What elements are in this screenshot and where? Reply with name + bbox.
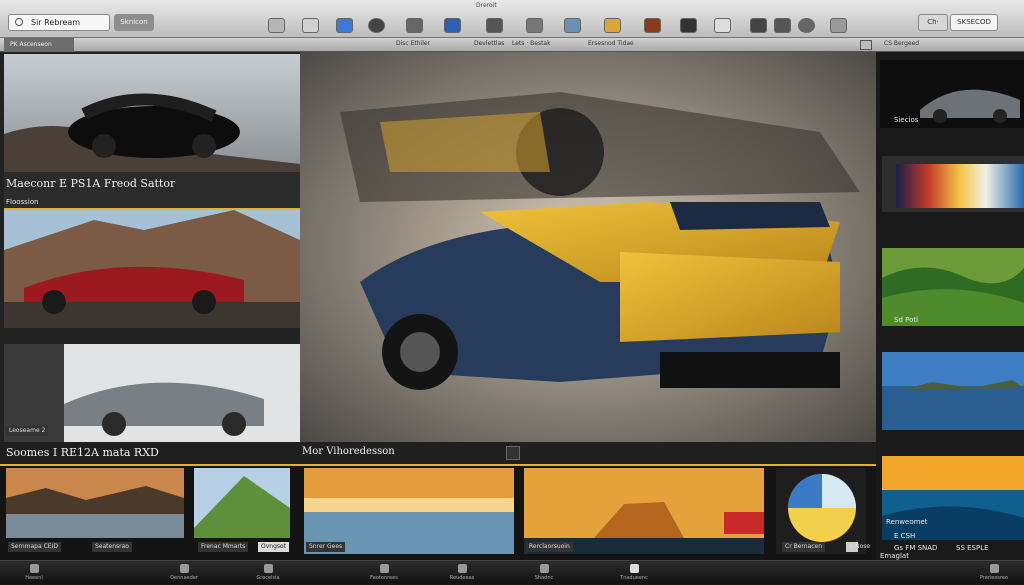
document-label: Dreroit xyxy=(476,2,497,9)
dock-item-3[interactable]: Grecelsia xyxy=(240,564,296,584)
subbar-label-3[interactable]: Lets · Bestak xyxy=(512,40,551,47)
right-thumb-green-hills[interactable] xyxy=(882,248,1024,326)
speaker-icon[interactable] xyxy=(750,18,767,33)
dock-icon-6 xyxy=(539,564,549,573)
tool-icon[interactable] xyxy=(714,18,731,33)
subbar-label-4[interactable]: Ersesnod Tidae xyxy=(588,40,634,47)
right-thumb-label-5: Renweomet xyxy=(886,518,928,526)
top-toolbar: Sir Rebream Sknicon Dreroit Ch· SKSECOD xyxy=(0,0,1024,38)
dock-item-1[interactable]: Heeenl xyxy=(6,564,62,584)
left-panel: Maeconr E PS1A Freod Sattor Floossion Le… xyxy=(0,52,300,444)
pointer-icon[interactable] xyxy=(302,18,319,33)
film-caption-3: Frenac Mmarts xyxy=(198,542,249,552)
hand-icon[interactable] xyxy=(268,18,285,33)
right-thumb-caption-4: Emaglat xyxy=(880,552,909,560)
left-panel-title: Maeconr E PS1A Freod Sattor xyxy=(6,177,176,190)
right-thumb-sunset-sea[interactable] xyxy=(882,456,1024,540)
table-icon[interactable] xyxy=(526,18,543,33)
film-caption-5: Snrer Gees xyxy=(306,542,346,552)
film-caption-7: Cr Bernacen xyxy=(782,542,826,552)
right-thumb-caption-2: Gs FM SNAD xyxy=(894,544,938,552)
right-button[interactable]: SKSECOD xyxy=(950,14,998,31)
left-panel-subtitle: Floossion xyxy=(6,198,39,206)
filmstrip-left-title: Soomes I RE12A mata RXD xyxy=(6,446,159,459)
right-label[interactable]: Ch· xyxy=(918,14,948,31)
dock-icon-8 xyxy=(989,564,999,573)
film-caption-4[interactable]: Ovngsot xyxy=(258,542,290,552)
filmstrip-center-title: Mor Vihoredesson xyxy=(302,446,395,457)
phone-icon[interactable] xyxy=(680,18,697,33)
bottom-dock: Heeenl Oennaeder Grecelsia Feotenrees Re… xyxy=(0,560,1024,585)
film-thumb-mountain[interactable] xyxy=(194,468,290,538)
triangle-icon[interactable] xyxy=(336,18,353,33)
dock-item-5[interactable]: Reudeeas xyxy=(434,564,490,584)
compare-icon[interactable] xyxy=(506,446,520,460)
dock-icon-1 xyxy=(29,564,39,573)
dock-item-7[interactable]: Tnadueenc xyxy=(606,564,662,584)
hero-car-image[interactable] xyxy=(300,52,876,442)
warning-icon[interactable] xyxy=(644,18,661,33)
search-text: Sir Rebream xyxy=(31,18,81,27)
grid-icon[interactable] xyxy=(486,18,503,33)
search-icon xyxy=(15,18,23,26)
layers-icon[interactable] xyxy=(406,18,423,33)
filmstrip: Sernmapa CEID Seatensrao Frenac Mmarts O… xyxy=(0,466,876,560)
right-panel: Siecios Sd Potl Renweomet E CSH Gs FM SN… xyxy=(876,52,1024,560)
dock-icon-2 xyxy=(179,564,189,573)
sub-toolbar: PK Ascenseon Disc Ethiler Devlettlas Let… xyxy=(0,38,1024,52)
right-thumb-caption-1: E CSH xyxy=(894,532,916,540)
record-icon[interactable] xyxy=(798,18,815,33)
car-thumb-silver[interactable] xyxy=(4,344,300,444)
circle-icon[interactable] xyxy=(368,18,385,33)
subbar-label-2[interactable]: Devlettlas xyxy=(474,40,504,47)
film-caption-6: Rerclaorsuoin xyxy=(526,542,573,552)
film-corner-box[interactable]: Ir Nose xyxy=(846,542,870,552)
filmstrip-header: Soomes I RE12A mata RXD Mor Vihoredesson xyxy=(0,442,876,466)
right-thumb-coast[interactable] xyxy=(882,352,1024,430)
settings-icon[interactable] xyxy=(830,18,847,33)
chart-icon[interactable] xyxy=(564,18,581,33)
dock-icon-3 xyxy=(263,564,273,573)
right-thumb-label-3: Sd Potl xyxy=(894,316,919,324)
dock-icon-5 xyxy=(457,564,467,573)
right-thumb-label-1: Siecios xyxy=(894,116,919,124)
color-spectrum[interactable] xyxy=(882,156,1024,212)
dock-item-8[interactable]: Prerieesreo xyxy=(966,564,1022,584)
dock-item-2[interactable]: Oennaeder xyxy=(156,564,212,584)
subbar-label-1[interactable]: Disc Ethiler xyxy=(396,40,430,47)
toolbar-button[interactable]: Sknicon xyxy=(114,14,154,31)
close-icon[interactable] xyxy=(860,40,872,50)
film-caption-1: Sernmapa CEID xyxy=(8,542,61,552)
palette-icon[interactable] xyxy=(604,18,621,33)
thumb-label: Leoseame 2 xyxy=(6,426,49,436)
film-thumb-lake[interactable] xyxy=(6,468,184,538)
subtab-active[interactable]: PK Ascenseon xyxy=(4,38,74,52)
right-thumb-caption-3: SS ESPLE xyxy=(956,544,989,552)
frame-icon[interactable] xyxy=(444,18,461,33)
dock-item-4[interactable]: Feotenrees xyxy=(356,564,412,584)
dock-icon-7 xyxy=(629,564,639,573)
film-caption-2: Seatensrao xyxy=(92,542,132,552)
dock-icon-4 xyxy=(379,564,389,573)
right-panel-label: CS Bergeed xyxy=(884,40,920,47)
dock-item-6[interactable]: Shadnc xyxy=(516,564,572,584)
search-field[interactable]: Sir Rebream xyxy=(8,14,110,31)
car-thumb-red[interactable] xyxy=(4,210,300,328)
export-icon[interactable] xyxy=(774,18,791,33)
car-thumb-black[interactable] xyxy=(4,54,300,172)
